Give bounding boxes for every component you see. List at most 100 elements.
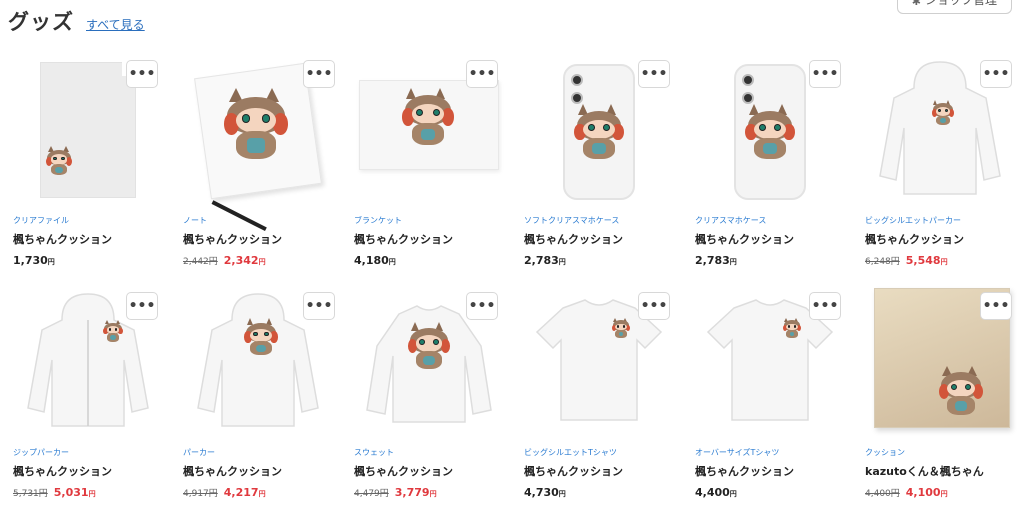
mascot-illustration — [242, 318, 280, 356]
eye-shape — [253, 331, 258, 337]
mascot-illustration — [571, 104, 627, 160]
mascot-illustration — [44, 146, 74, 176]
see-all-link[interactable]: すべて見る — [86, 16, 145, 33]
price: 4,730 — [524, 486, 559, 499]
more-options-button[interactable]: ••• — [303, 292, 335, 320]
product-name[interactable]: 楓ちゃんクッション — [695, 231, 855, 247]
yen-unit: 円 — [729, 490, 737, 498]
eye-shape — [951, 384, 957, 390]
price-row: 1,730円 — [13, 252, 173, 269]
product-name[interactable]: 楓ちゃんクッション — [524, 231, 684, 247]
eye-shape — [432, 108, 440, 116]
more-options-button[interactable]: ••• — [980, 60, 1012, 88]
product-category[interactable]: クリアスマホケース — [695, 216, 855, 226]
mascot-illustration — [405, 322, 453, 370]
product-category[interactable]: ビッグシルエットTシャツ — [524, 448, 684, 458]
product-category[interactable]: ビッグシルエットパーカー — [865, 216, 1024, 226]
product-info: ブランケット楓ちゃんクッション 4,180円 — [354, 216, 514, 269]
price-row: 4,730円 — [524, 484, 684, 501]
more-options-button[interactable]: ••• — [126, 60, 158, 88]
eye-shape — [793, 325, 796, 328]
sale-price: 5,548 — [905, 254, 941, 267]
more-options-button[interactable]: ••• — [809, 60, 841, 88]
yen-unit: 円 — [258, 258, 266, 266]
price-row: 4,917円 4,217円 — [183, 484, 343, 501]
yen-unit: 円 — [558, 258, 566, 266]
product-category[interactable]: オーバーサイズTシャツ — [695, 448, 855, 458]
more-options-button[interactable]: ••• — [638, 60, 670, 88]
product-category[interactable]: ノート — [183, 216, 343, 226]
product-category[interactable]: ソフトクリアスマホケース — [524, 216, 684, 226]
camera-shape — [571, 74, 583, 86]
more-options-button[interactable]: ••• — [126, 292, 158, 320]
yen-unit: 円 — [388, 258, 396, 266]
original-price: 4,917円 — [183, 489, 218, 499]
sale-price: 5,031 — [53, 486, 89, 499]
hair-shape — [949, 109, 955, 117]
product-name[interactable]: 楓ちゃんクッション — [354, 231, 514, 247]
more-options-button[interactable]: ••• — [303, 60, 335, 88]
mascot-illustration — [220, 88, 292, 160]
product-info: パーカー楓ちゃんクッション 4,917円 4,217円 — [183, 448, 343, 501]
eye-shape — [241, 113, 251, 123]
mascot-illustration — [399, 88, 457, 146]
cup-shape — [423, 355, 435, 366]
product-name[interactable]: kazutoくん＆楓ちゃん — [865, 463, 1024, 479]
original-price: 5,731円 — [13, 489, 48, 499]
yen-unit: 円 — [47, 258, 55, 266]
cup-shape — [421, 128, 435, 141]
shop-manage-button[interactable]: ✱ ショップ管理 — [896, 0, 1012, 14]
original-price: 6,248円 — [865, 257, 900, 267]
more-options-button[interactable]: ••• — [980, 292, 1012, 320]
product-name[interactable]: 楓ちゃんクッション — [183, 231, 343, 247]
product-category[interactable]: パーカー — [183, 448, 343, 458]
product-category[interactable]: ジップパーカー — [13, 448, 173, 458]
product-category[interactable]: スウェット — [354, 448, 514, 458]
eye-shape — [264, 331, 269, 337]
eye-shape — [622, 325, 625, 328]
product-name[interactable]: 楓ちゃんクッション — [695, 463, 855, 479]
sale-price: 2,342 — [223, 254, 259, 267]
more-options-button[interactable]: ••• — [638, 292, 670, 320]
eye-shape — [432, 339, 439, 346]
mascot-illustration — [611, 318, 631, 338]
hair-shape — [440, 338, 451, 354]
price-row: 4,400円 — [695, 484, 855, 501]
price: 4,400 — [695, 486, 730, 499]
more-options-button[interactable]: ••• — [809, 292, 841, 320]
product-info: クッション kazutoくん＆楓ちゃん 4,400円 4,100円 — [865, 448, 1024, 501]
cup-shape — [592, 143, 606, 155]
product-name[interactable]: 楓ちゃんクッション — [13, 463, 173, 479]
yen-unit: 円 — [940, 490, 948, 498]
product-category[interactable]: クッション — [865, 448, 1024, 458]
product-name[interactable]: 楓ちゃんクッション — [524, 463, 684, 479]
mascot-illustration — [102, 320, 124, 342]
product-category[interactable]: ブランケット — [354, 216, 514, 226]
product-name[interactable]: 楓ちゃんクッション — [865, 231, 1024, 247]
product-category[interactable]: クリアファイル — [13, 216, 173, 226]
more-options-button[interactable]: ••• — [466, 292, 498, 320]
cup-shape — [110, 335, 116, 340]
mascot-illustration — [930, 100, 956, 126]
product-name[interactable]: 楓ちゃんクッション — [183, 463, 343, 479]
price-row: 4,180円 — [354, 252, 514, 269]
product-info: ジップパーカー 楓ちゃんクッション 5,731円 5,031円 — [13, 448, 173, 501]
original-price: 2,442円 — [183, 257, 218, 267]
camera-shape — [571, 92, 583, 104]
product-name[interactable]: 楓ちゃんクッション — [13, 231, 173, 247]
more-options-button[interactable]: ••• — [466, 60, 498, 88]
original-price: 4,400円 — [865, 489, 900, 499]
cup-shape — [55, 167, 63, 173]
product-info: ビッグシルエットTシャツ楓ちゃんクッション 4,730円 — [524, 448, 684, 501]
eye-shape — [114, 327, 118, 331]
sale-price: 3,779 — [394, 486, 430, 499]
product-info: スウェット 楓ちゃんクッション 4,479円 3,779円 — [354, 448, 514, 501]
page-title: グッズ — [8, 10, 74, 34]
hair-shape — [66, 156, 73, 166]
yen-unit: 円 — [558, 490, 566, 498]
price: 2,783 — [524, 254, 559, 267]
yen-unit: 円 — [258, 490, 266, 498]
product-name[interactable]: 楓ちゃんクッション — [354, 463, 514, 479]
eye-shape — [965, 384, 971, 390]
yen-unit: 円 — [429, 490, 437, 498]
